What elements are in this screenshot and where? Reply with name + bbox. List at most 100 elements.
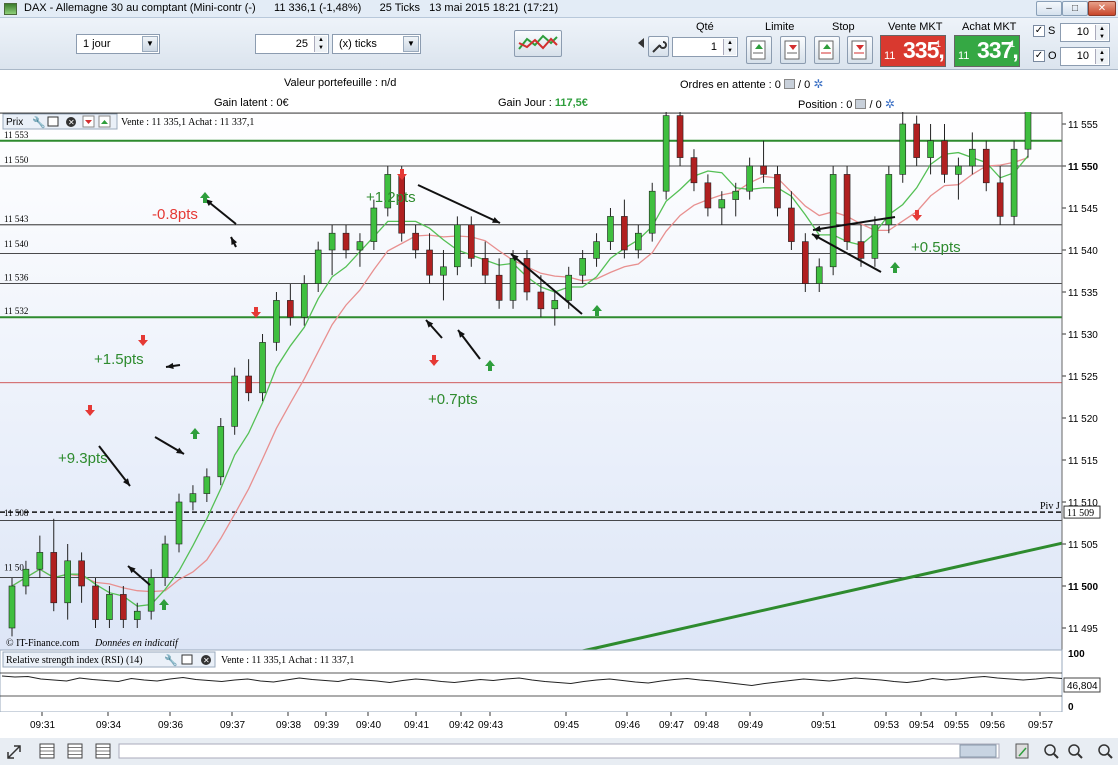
chart-icon-shape <box>1015 743 1029 759</box>
maximize-button[interactable]: □ <box>1062 1 1088 16</box>
window-icon[interactable] <box>181 654 193 665</box>
stop-sell-icon <box>851 40 867 60</box>
title-bar: DAX - Allemagne 30 au comptant (Mini-con… <box>0 0 1118 18</box>
close-button[interactable]: ✕ <box>1088 1 1116 16</box>
candle <box>802 233 809 292</box>
signal-arrow-stem <box>595 311 599 316</box>
candle-body <box>815 266 823 284</box>
candle-body <box>300 283 308 318</box>
qte-label: Qté <box>696 21 714 33</box>
price-axis-label: 11 505 <box>1068 540 1098 551</box>
quantity-stepper[interactable]: 1 ▲ ▼ <box>672 37 738 57</box>
grid-icon[interactable] <box>67 743 83 759</box>
time-axis-label: 09:48 <box>694 720 719 731</box>
stepper-icon[interactable]: ▲ ▼ <box>1095 25 1108 40</box>
candle-body <box>899 123 907 175</box>
price-chart[interactable]: 11 553 11 550 11 543 11 540 11 536 11 532 11 5… <box>0 112 1118 765</box>
time-axis-label: 09:39 <box>314 720 339 731</box>
period-value: 1 jour <box>83 38 111 50</box>
time-axis-label: 09:36 <box>158 720 183 731</box>
limit-sell-button[interactable] <box>780 36 806 64</box>
chart-icon[interactable] <box>1015 743 1029 759</box>
scrollbar-thumb[interactable] <box>959 744 997 758</box>
time-axis-label: 09:31 <box>30 720 55 731</box>
stepper-icon[interactable]: ▲ ▼ <box>1095 49 1108 64</box>
stop-distance-input[interactable]: 10 ▲ ▼ <box>1060 23 1110 42</box>
candle <box>8 577 16 637</box>
candle-body <box>941 140 948 175</box>
rsi-axis-100: 100 <box>1068 649 1085 660</box>
price-axis-label: 11 495 <box>1068 624 1098 635</box>
unrealized-gain: Gain latent : 0€ <box>214 97 289 109</box>
stop-buy-button[interactable] <box>814 36 840 64</box>
limit-buy-button[interactable] <box>746 36 772 64</box>
s-label: S <box>1048 25 1056 37</box>
pivot-right-label: 11 509 <box>1067 508 1094 519</box>
price-axis-label: 11 550 <box>1068 162 1098 173</box>
time-axis-label: 09:34 <box>96 720 121 731</box>
sell-market-button[interactable]: 11 335, 1 <box>880 35 946 67</box>
price-axis-label: 11 555 <box>1068 120 1098 131</box>
orders-window-icon[interactable] <box>783 79 795 89</box>
wrench-icon[interactable]: 🔧 <box>32 115 46 129</box>
candle-body <box>259 342 266 394</box>
buy-price-prefix: 11 <box>958 50 970 62</box>
pending-orders: Ordres en attente : 0 / 0 ✲ <box>680 77 823 91</box>
candle <box>829 166 837 276</box>
ticks-unit-select[interactable]: (x) ticks ▼ <box>332 34 421 54</box>
candle-body <box>64 560 71 604</box>
trade-annotation: +1.5pts <box>94 351 144 368</box>
settings-button[interactable] <box>648 36 669 57</box>
time-axis-label: 09:43 <box>478 720 503 731</box>
indicators-button[interactable] <box>514 30 562 57</box>
price-pane-background <box>0 112 1062 650</box>
candle-body <box>704 182 712 209</box>
gears-icon[interactable]: ✲ <box>813 77 823 91</box>
stop-buy-icon <box>818 40 834 60</box>
buy-price-decimal: 1 <box>1009 39 1015 49</box>
time-axis-label: 09:46 <box>615 720 640 731</box>
candle-body <box>927 140 934 158</box>
candle-body <box>467 224 475 259</box>
candle-body <box>314 249 322 284</box>
wrench-icon[interactable]: 🔧 <box>164 653 178 667</box>
daily-gain-label: Gain Jour : <box>498 97 555 109</box>
signal-arrow-stem <box>203 198 207 203</box>
trade-annotation: +0.7pts <box>428 391 478 408</box>
stop-checkbox[interactable]: ✓ <box>1033 25 1045 37</box>
period-select[interactable]: 1 jour ▼ <box>76 34 160 54</box>
account-info-bar: Valeur portefeuille : n/d Ordres en atte… <box>0 70 1118 112</box>
time-axis-label: 09:51 <box>811 720 836 731</box>
objective-distance-input[interactable]: 10 ▲ ▼ <box>1060 47 1110 66</box>
price-axis-label: 11 520 <box>1068 414 1098 425</box>
stepper-icon[interactable]: ▲ ▼ <box>314 36 327 52</box>
stop-sell-button[interactable] <box>847 36 873 64</box>
stepper-icon[interactable]: ▲ ▼ <box>723 39 736 55</box>
candle <box>648 182 656 242</box>
objective-distance-value: 10 <box>1076 50 1089 62</box>
objective-checkbox[interactable]: ✓ <box>1033 50 1045 62</box>
signal-arrow-stem <box>141 335 145 340</box>
panel-collapse-arrow[interactable] <box>637 20 645 66</box>
position-window-icon[interactable] <box>855 99 867 109</box>
window-icon[interactable] <box>47 116 59 127</box>
buy-market-button[interactable]: 11 337, 1 <box>954 35 1020 67</box>
time-axis-label: 09:41 <box>404 720 429 731</box>
candle-body <box>662 115 670 192</box>
candle-body <box>843 174 851 242</box>
signal-arrow-stem <box>88 405 92 410</box>
horizontal-scrollbar[interactable] <box>118 743 1000 759</box>
candle-body <box>273 300 280 343</box>
candle-body <box>92 585 99 620</box>
minimize-button[interactable]: – <box>1036 1 1062 16</box>
ticks-input[interactable]: 25 ▲ ▼ <box>255 34 329 54</box>
chart-indicators-icon <box>518 34 558 50</box>
price-axis-background <box>1062 112 1118 712</box>
rsi-title: Relative strength index (RSI) (14) <box>6 655 143 666</box>
candle-body <box>774 174 781 209</box>
signal-arrow-stem <box>193 434 197 439</box>
gears-icon[interactable]: ✲ <box>885 97 895 111</box>
limit-sell-icon <box>784 40 800 60</box>
grid-icon[interactable] <box>39 743 55 759</box>
grid-icon[interactable] <box>95 743 111 759</box>
